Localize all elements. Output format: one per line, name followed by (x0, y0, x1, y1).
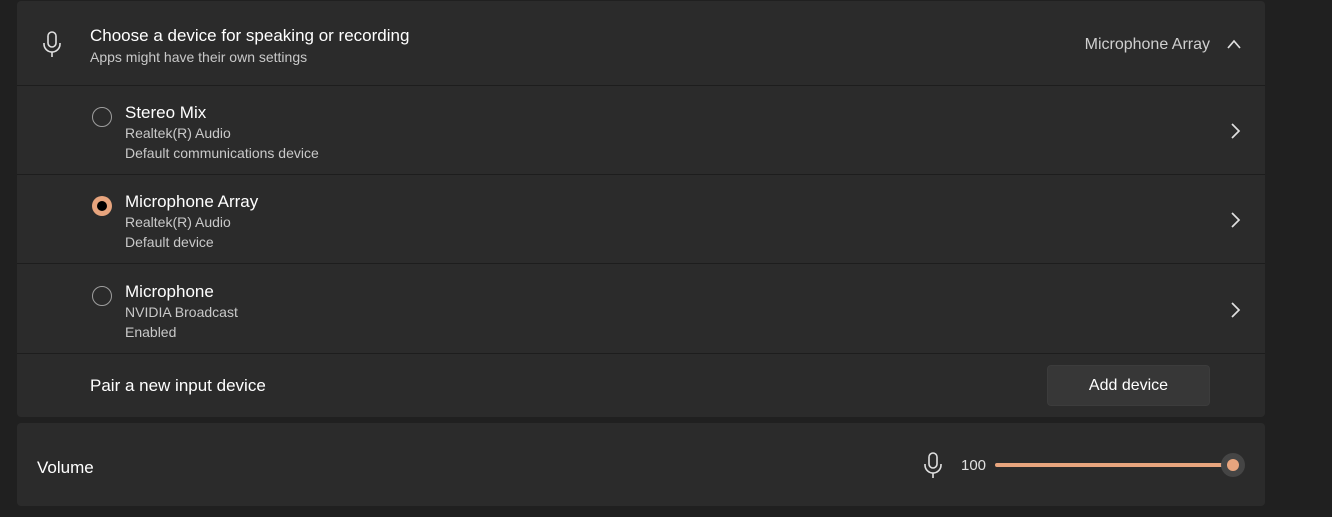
device-row-microphone[interactable]: Microphone NVIDIA Broadcast Enabled (17, 264, 1265, 353)
radio-stereo-mix[interactable] (92, 107, 112, 127)
microphone-icon (923, 452, 943, 485)
chevron-up-icon[interactable] (1226, 37, 1242, 55)
pair-device-row: Pair a new input device Add device (17, 354, 1265, 417)
device-status: Default device (125, 234, 214, 250)
volume-slider-thumb[interactable] (1221, 453, 1245, 477)
pair-device-label: Pair a new input device (90, 376, 266, 395)
radio-microphone-array[interactable] (92, 196, 112, 216)
volume-label: Volume (37, 458, 94, 477)
volume-value: 100 (961, 457, 987, 474)
header-title: Choose a device for speaking or recordin… (90, 26, 410, 45)
volume-slider-track[interactable] (995, 463, 1233, 467)
volume-panel: Volume 100 (17, 423, 1265, 506)
device-row-stereo-mix[interactable]: Stereo Mix Realtek(R) Audio Default comm… (17, 86, 1265, 174)
device-name: Stereo Mix (125, 103, 207, 122)
device-row-microphone-array[interactable]: Microphone Array Realtek(R) Audio Defaul… (17, 175, 1265, 263)
input-device-panel: Choose a device for speaking or recordin… (17, 1, 1265, 417)
header-subtitle: Apps might have their own settings (90, 49, 308, 65)
device-selector-header[interactable]: Choose a device for speaking or recordin… (17, 1, 1265, 85)
device-name: Microphone (125, 282, 214, 301)
device-status: Default communications device (125, 145, 319, 161)
chevron-right-icon[interactable] (1229, 211, 1241, 234)
microphone-icon (42, 31, 62, 64)
selected-device-label: Microphone Array (1084, 36, 1210, 53)
device-driver: Realtek(R) Audio (125, 125, 231, 141)
add-device-button[interactable]: Add device (1047, 365, 1210, 406)
chevron-right-icon[interactable] (1229, 122, 1241, 145)
radio-microphone[interactable] (92, 286, 112, 306)
chevron-right-icon[interactable] (1229, 301, 1241, 324)
device-name: Microphone Array (125, 192, 259, 211)
device-driver: Realtek(R) Audio (125, 214, 231, 230)
device-driver: NVIDIA Broadcast (125, 304, 238, 320)
device-status: Enabled (125, 324, 177, 340)
